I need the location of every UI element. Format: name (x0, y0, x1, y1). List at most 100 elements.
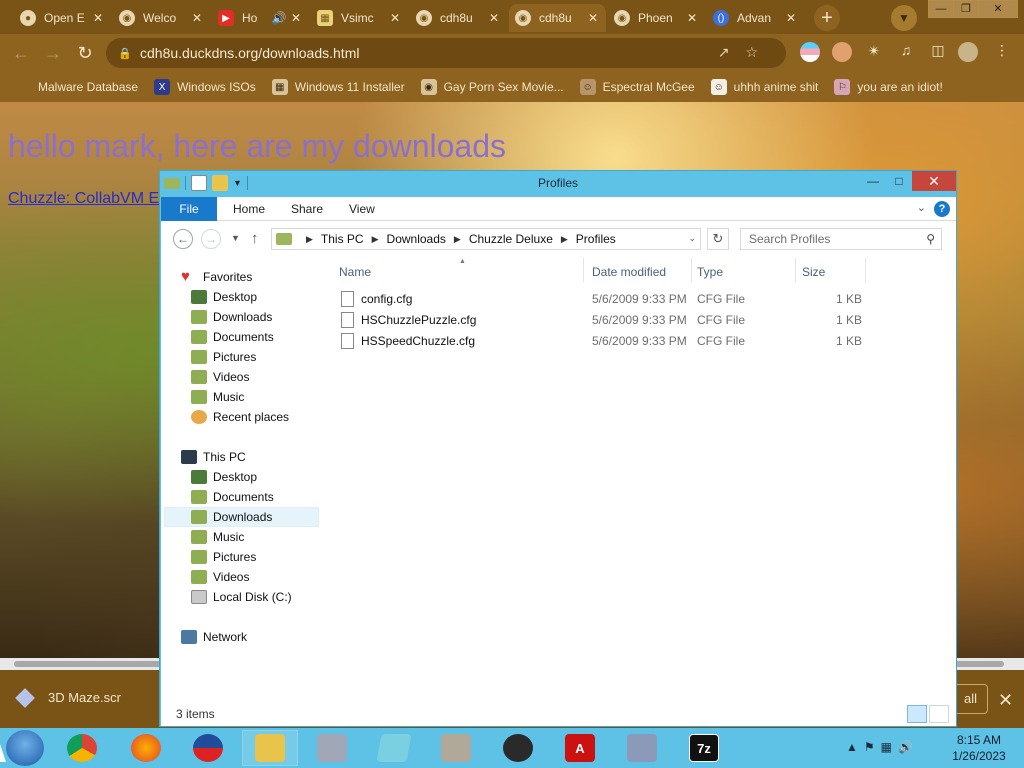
chevron-right-icon[interactable]: ▶ (372, 234, 379, 245)
new-tab-button[interactable]: + (814, 5, 840, 31)
file-row[interactable]: config.cfg 5/6/2009 9:33 PM CFG File 1 K… (327, 289, 887, 309)
puzzle-icon[interactable]: ✴ (864, 42, 884, 62)
close-icon[interactable]: ✕ (289, 11, 303, 25)
taskbar-item[interactable] (490, 730, 546, 766)
media-icon[interactable]: ♫ (896, 42, 916, 62)
up-arrow-icon[interactable]: ↑ (251, 230, 259, 247)
large-icons-view-icon[interactable] (929, 705, 949, 723)
close-icon[interactable]: ✕ (487, 11, 501, 25)
back-icon[interactable]: ← (10, 42, 32, 64)
taskbar-item[interactable] (428, 730, 484, 766)
download-link[interactable]: Chuzzle: CollabVM Ed (8, 190, 168, 208)
refresh-icon[interactable]: ↻ (707, 228, 729, 250)
nav-item-desktop[interactable]: Desktop (191, 287, 257, 307)
download-item[interactable]: 3D Maze.scr (15, 687, 121, 708)
forward-icon[interactable]: → (201, 229, 221, 249)
nav-item-pictures[interactable]: Pictures (191, 347, 256, 367)
search-input[interactable]: Search Profiles ⚲ (740, 228, 942, 250)
nav-item-downloads[interactable]: Downloads (191, 307, 272, 327)
taskbar-item[interactable] (180, 730, 236, 766)
bookmark[interactable]: ☺ uhhh anime shit (710, 79, 818, 95)
taskbar-item[interactable] (54, 730, 110, 766)
taskbar-item[interactable] (614, 730, 670, 766)
browser-tab[interactable]: ◉ cdh8u ✕ (410, 4, 507, 32)
nav-this-pc[interactable]: This PC (181, 447, 246, 467)
close-window-icon[interactable]: ✕ (978, 0, 1018, 18)
extension-flag-icon[interactable] (800, 42, 820, 62)
back-icon[interactable]: ← (173, 229, 193, 249)
taskbar-item[interactable] (118, 730, 174, 766)
taskbar-item[interactable] (366, 730, 422, 766)
column-divider[interactable] (691, 258, 692, 282)
close-icon[interactable]: ✕ (91, 11, 105, 25)
tray-chevron-icon[interactable]: ▲ (846, 740, 858, 754)
close-icon[interactable]: ✕ (388, 11, 402, 25)
nav-item-documents[interactable]: Documents (191, 487, 274, 507)
tab-home[interactable]: Home (219, 197, 279, 221)
nav-item-documents[interactable]: Documents (191, 327, 274, 347)
maximize-icon[interactable]: □ (886, 171, 912, 191)
browser-tab-active[interactable]: ◉ cdh8u ✕ (509, 4, 606, 32)
close-icon[interactable]: ✕ (685, 11, 699, 25)
breadcrumb-downloads[interactable]: Downloads (387, 232, 446, 246)
column-divider[interactable] (795, 258, 796, 282)
avatar[interactable] (958, 42, 978, 62)
bookmark[interactable]: ☺ Espectral McGee (579, 79, 695, 95)
breadcrumb-this-pc[interactable]: This PC (321, 232, 364, 246)
browser-tab[interactable]: () Advan ✕ (707, 4, 804, 32)
breadcrumb-profiles[interactable]: Profiles (576, 232, 616, 246)
help-icon[interactable]: ? (934, 201, 950, 217)
browser-tab[interactable]: ● Open E ✕ (14, 4, 111, 32)
recent-locations-chevron-icon[interactable]: ▼ (231, 233, 240, 243)
network-icon[interactable]: ▦ (881, 740, 892, 754)
nav-favorites[interactable]: ♥ Favorites (181, 267, 252, 287)
nav-item-desktop[interactable]: Desktop (191, 467, 257, 487)
menu-icon[interactable]: ⋮ (992, 42, 1012, 62)
restore-icon[interactable]: ❐ (953, 0, 979, 18)
bookmark[interactable]: Malware Database (10, 80, 138, 94)
explorer-titlebar[interactable]: ▼ Profiles — □ ✕ (160, 171, 956, 195)
browser-tab[interactable]: ◉ Welco ✕ (113, 4, 210, 32)
column-date-modified[interactable]: Date modified (592, 265, 666, 279)
nav-item-pictures[interactable]: Pictures (191, 547, 256, 567)
clock[interactable]: 8:15 AM 1/26/2023 (944, 732, 1014, 764)
file-row[interactable]: HSChuzzlePuzzle.cfg 5/6/2009 9:33 PM CFG… (327, 310, 887, 330)
nav-item-music[interactable]: Music (191, 527, 244, 547)
chevron-down-icon[interactable]: ⌄ (688, 233, 696, 244)
close-icon[interactable]: ✕ (190, 11, 204, 25)
bookmark[interactable]: ⚐ you are an idiot! (834, 79, 943, 95)
browser-tab[interactable]: ◉ Phoen ✕ (608, 4, 705, 32)
volume-icon[interactable]: 🔊 (898, 740, 913, 754)
column-type[interactable]: Type (697, 265, 723, 279)
column-size[interactable]: Size (802, 265, 825, 279)
taskbar-item[interactable]: A (552, 730, 608, 766)
chevron-right-icon[interactable]: ▶ (561, 234, 568, 245)
minimize-icon[interactable]: — (928, 0, 954, 18)
nav-item-local-disk[interactable]: Local Disk (C:) (191, 587, 292, 607)
column-divider[interactable] (583, 258, 584, 282)
nav-item-videos[interactable]: Videos (191, 567, 249, 587)
column-divider[interactable] (865, 258, 866, 282)
reload-icon[interactable]: ↻ (74, 42, 96, 64)
breadcrumb-chuzzle-deluxe[interactable]: Chuzzle Deluxe (469, 232, 553, 246)
bookmark[interactable]: ◉ Gay Porn Sex Movie... (420, 79, 564, 95)
start-button-windows-icon[interactable] (6, 730, 44, 766)
chevron-right-icon[interactable]: ▶ (454, 234, 461, 245)
tab-view[interactable]: View (335, 197, 389, 221)
close-icon[interactable]: ✕ (586, 11, 600, 25)
taskbar-item[interactable]: 7z (676, 730, 732, 766)
chevron-right-icon[interactable]: ▶ (306, 234, 313, 245)
address-bar[interactable]: 🔒 cdh8u.duckdns.org/downloads.html ↗☆ (106, 38, 786, 68)
close-icon[interactable]: ✕ (998, 690, 1013, 711)
audio-icon[interactable]: 🔊 (269, 11, 289, 25)
taskbar-item-active[interactable] (242, 730, 298, 766)
nav-item-videos[interactable]: Videos (191, 367, 249, 387)
minimize-icon[interactable]: — (860, 171, 886, 191)
details-view-icon[interactable] (907, 705, 927, 723)
forward-icon[interactable]: → (42, 42, 64, 64)
side-panel-icon[interactable]: ◫ (928, 42, 948, 62)
file-row[interactable]: HSSpeedChuzzle.cfg 5/6/2009 9:33 PM CFG … (327, 331, 887, 351)
browser-tab[interactable]: ▦ Vsimc ✕ (311, 4, 408, 32)
nav-item-downloads-selected[interactable]: Downloads (164, 507, 319, 527)
nav-item-music[interactable]: Music (191, 387, 244, 407)
